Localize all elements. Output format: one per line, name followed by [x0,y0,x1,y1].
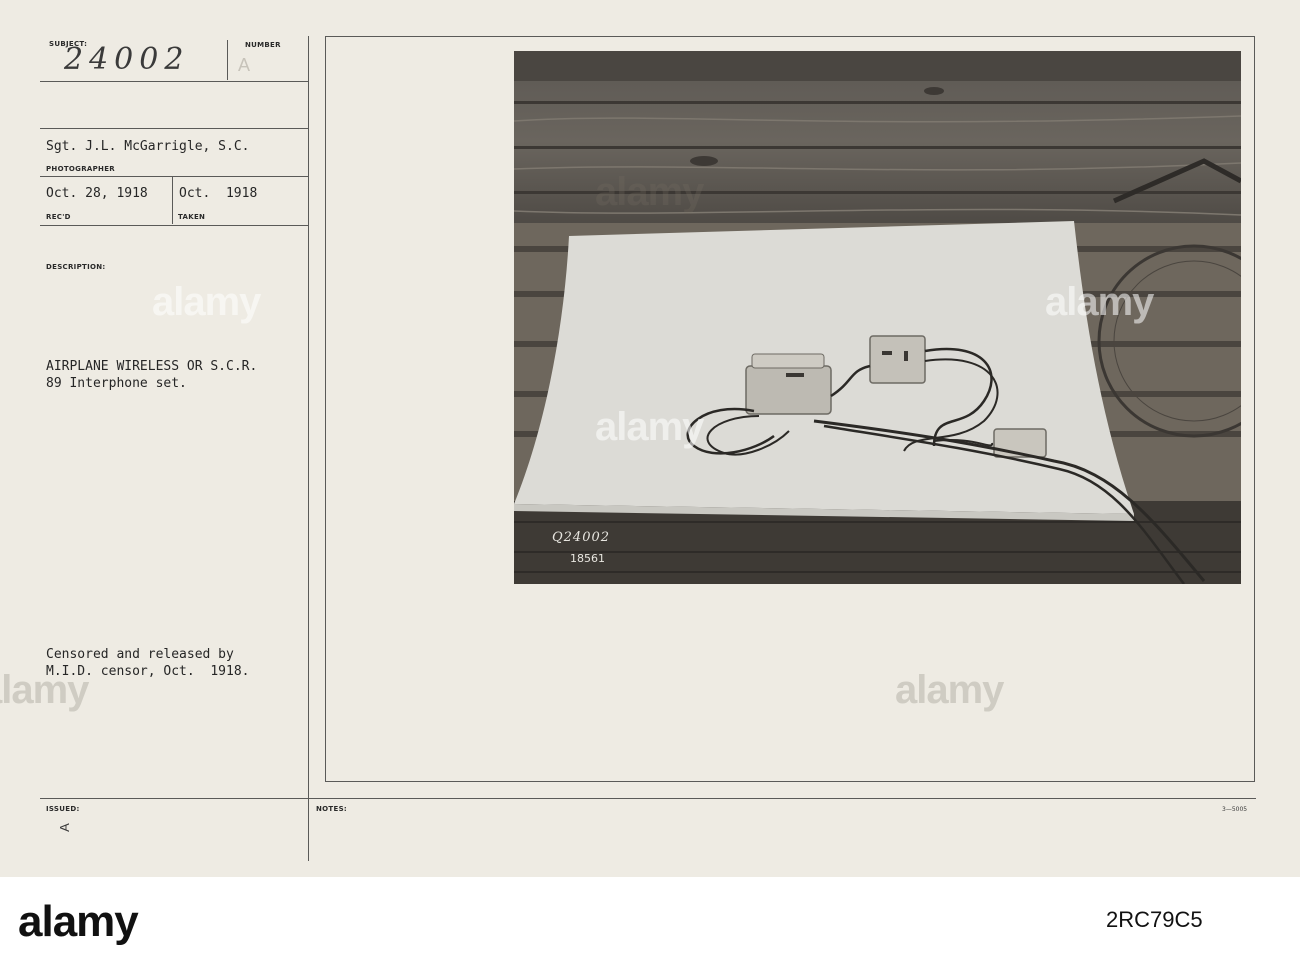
taken-label: TAKEN [178,213,206,221]
rule-dates-divider [172,177,173,224]
archival-record-card: SUBJECT: NUMBER 24002 A Sgt. J.L. McGarr… [0,0,1300,877]
watermark: alamy [0,668,89,712]
watermark: alamy [595,405,704,449]
footer-image-id: 2RC79C5 [1106,907,1203,932]
rule-subject-tick [227,40,228,80]
rule-dates [40,176,308,177]
rule-photographer [40,128,308,129]
watermark: alamy [152,280,261,324]
description-text: AIRPLANE WIRELESS OR S.C.R. 89 Interphon… [46,359,258,391]
rule-description [40,225,308,226]
taken-date: Oct. 1918 [179,186,258,201]
subject-letter: A [238,55,251,75]
stock-footer: alamy 2RC79C5 [0,877,1300,967]
rule-subject [40,81,308,82]
watermark: alamy [595,170,704,214]
issued-label: ISSUED: [46,805,80,813]
received-label: REC'D [46,213,71,221]
subject-number-handwritten: 24002 [64,42,190,77]
photographer-name: Sgt. J.L. McGarrigle, S.C. [46,139,250,154]
watermark: alamy [895,668,1004,712]
description-label: DESCRIPTION: [46,263,106,271]
form-number: 3—5005 [1222,806,1248,813]
photographer-label: PHOTOGRAPHER [46,165,115,173]
issued-mark: A [56,823,72,832]
received-date: Oct. 28, 1918 [46,186,148,201]
negative-number: Q24002 [552,530,611,545]
rule-issued [40,798,1256,799]
footer-logo: alamy [18,897,139,946]
secondary-number: 18561 [570,552,605,565]
left-column-divider [308,36,309,861]
watermark: alamy [1045,280,1154,324]
notes-label: NOTES: [316,805,348,813]
number-label: NUMBER [245,41,281,49]
